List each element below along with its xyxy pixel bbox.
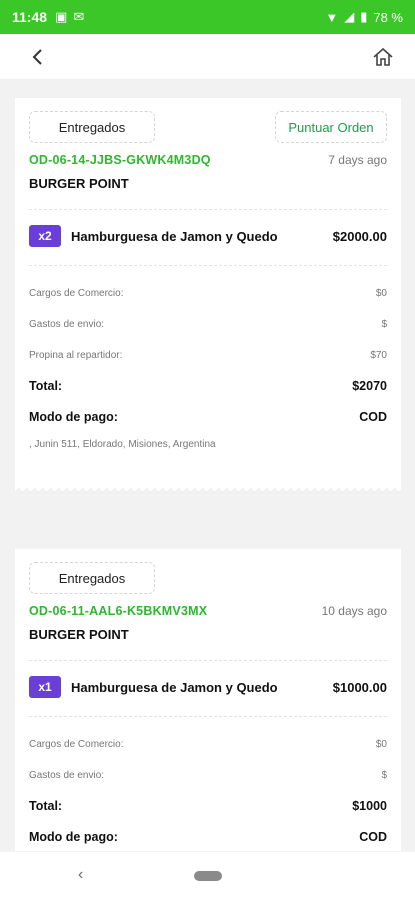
- nav-back-icon[interactable]: ‹: [78, 866, 83, 884]
- store-name: BURGER POINT: [29, 627, 129, 642]
- fee-value: $70: [370, 350, 387, 361]
- fee-value: $0: [375, 288, 387, 299]
- fee-row-merchant: Cargos de Comercio: $0: [29, 739, 387, 750]
- payment-value: COD: [359, 830, 387, 844]
- order-card: Entregados Puntuar Orden OD-06-14-JJBS-G…: [15, 98, 401, 486]
- fee-label: Gastos de envio:: [29, 770, 105, 781]
- divider: [29, 660, 387, 661]
- home-icon[interactable]: [369, 43, 397, 71]
- item-name: Hamburguesa de Jamon y Quedo: [71, 228, 278, 244]
- divider: [29, 209, 387, 210]
- battery-percent: 78 %: [373, 9, 403, 25]
- order-item: x1 Hamburguesa de Jamon y Quedo $1000.00: [29, 676, 387, 698]
- fee-row-tip: Propina al repartidor: $70: [29, 350, 387, 361]
- receipt-edge: [15, 486, 401, 492]
- order-time-ago: 7 days ago: [328, 153, 387, 167]
- divider: [29, 716, 387, 717]
- signal-icon: ◢: [344, 9, 355, 24]
- order-id: OD-06-11-AAL6-K5BKMV3MX: [29, 604, 208, 618]
- fee-row-shipping: Gastos de envio: $: [29, 770, 387, 781]
- divider: [29, 265, 387, 266]
- gallery-icon: ▣: [55, 9, 68, 24]
- battery-icon: ▮: [360, 9, 368, 24]
- item-price: $1000.00: [332, 679, 387, 695]
- order-status-badge: Entregados: [29, 111, 155, 143]
- nav-home-pill-icon[interactable]: [194, 871, 222, 881]
- payment-label: Modo de pago:: [29, 410, 118, 424]
- status-bar: 11:48 ▣ ✉ ▼ ◢ ▮ 78 %: [0, 0, 415, 34]
- fee-value: $: [381, 770, 387, 781]
- rate-order-button[interactable]: Puntuar Orden: [275, 111, 387, 143]
- order-status-badge: Entregados: [29, 562, 155, 594]
- total-row: Total: $2070: [29, 379, 387, 393]
- payment-value: COD: [359, 410, 387, 424]
- item-name: Hamburguesa de Jamon y Quedo: [71, 679, 278, 695]
- system-nav-bar: ‹: [0, 852, 415, 900]
- wifi-icon: ▼: [325, 9, 339, 25]
- quantity-badge: x1: [29, 676, 61, 698]
- store-name: BURGER POINT: [29, 176, 129, 191]
- order-time-ago: 10 days ago: [321, 604, 387, 618]
- total-value: $2070: [352, 379, 387, 393]
- top-app-bar: [0, 34, 415, 80]
- total-value: $1000: [352, 799, 387, 813]
- total-row: Total: $1000: [29, 799, 387, 813]
- back-arrow-icon[interactable]: [24, 43, 52, 71]
- payment-label: Modo de pago:: [29, 830, 118, 844]
- total-label: Total:: [29, 379, 63, 393]
- fee-value: $: [381, 319, 387, 330]
- quantity-badge: x2: [29, 225, 61, 247]
- payment-row: Modo de pago: COD: [29, 830, 387, 844]
- fee-row-merchant: Cargos de Comercio: $0: [29, 288, 387, 299]
- order-card: Entregados OD-06-11-AAL6-K5BKMV3MX 10 da…: [15, 549, 401, 851]
- fee-label: Cargos de Comercio:: [29, 288, 124, 299]
- delivery-address: , Junin 511, Eldorado, Misiones, Argenti…: [29, 439, 216, 450]
- gmail-icon: ✉: [73, 9, 85, 24]
- fee-row-shipping: Gastos de envio: $: [29, 319, 387, 330]
- status-right: ▼ ◢ ▮ 78 %: [325, 9, 403, 25]
- fee-label: Gastos de envio:: [29, 319, 105, 330]
- order-item: x2 Hamburguesa de Jamon y Quedo $2000.00: [29, 225, 387, 247]
- total-label: Total:: [29, 799, 63, 813]
- status-time: 11:48: [12, 9, 48, 25]
- item-price: $2000.00: [332, 228, 387, 244]
- fee-value: $0: [375, 739, 387, 750]
- payment-row: Modo de pago: COD: [29, 410, 387, 424]
- order-id: OD-06-14-JJBS-GKWK4M3DQ: [29, 153, 211, 167]
- fee-label: Cargos de Comercio:: [29, 739, 124, 750]
- fee-label: Propina al repartidor:: [29, 350, 123, 361]
